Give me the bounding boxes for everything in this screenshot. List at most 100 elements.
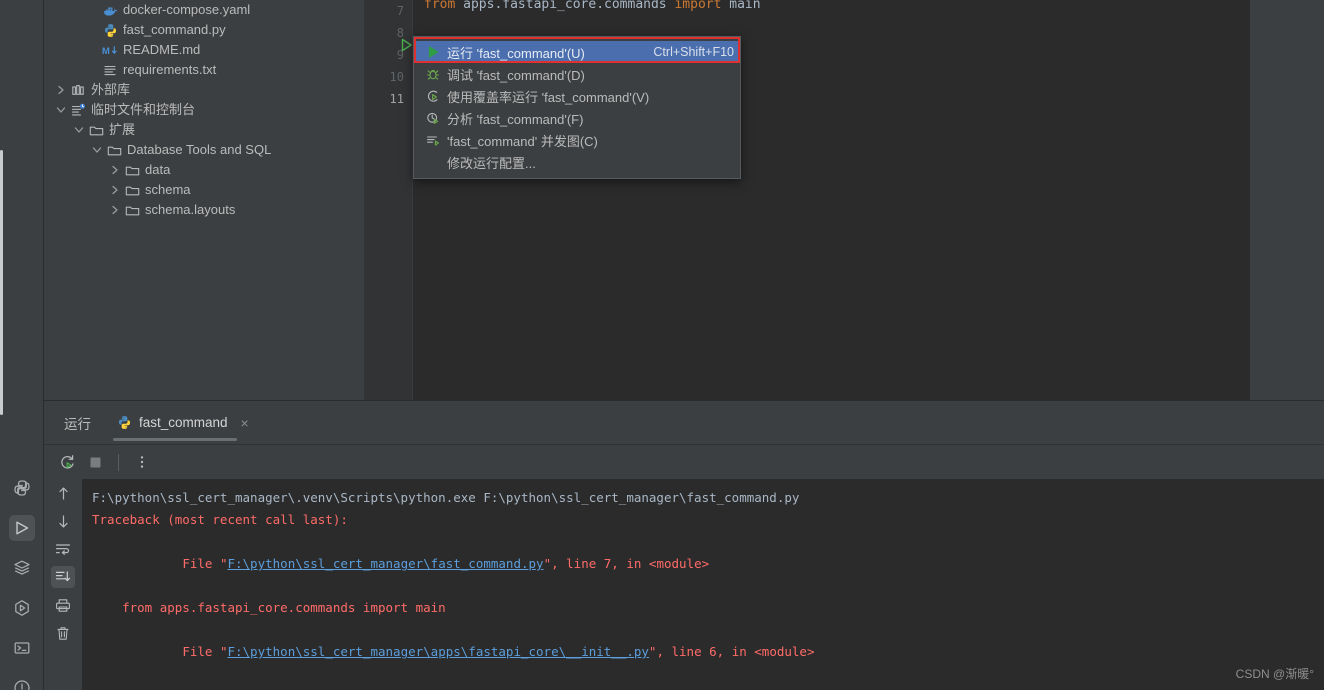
tree-label: schema — [145, 182, 191, 197]
run-console-output[interactable]: F:\python\ssl_cert_manager\.venv\Scripts… — [82, 479, 1324, 690]
console-area: F:\python\ssl_cert_manager\.venv\Scripts… — [44, 479, 1324, 690]
folder-icon — [86, 124, 106, 137]
scratches-icon — [68, 103, 88, 117]
tree-row-readme[interactable]: M README.md — [44, 40, 364, 60]
more-options-button[interactable] — [129, 449, 155, 475]
watermark-text: CSDN @渐暖° — [1235, 667, 1314, 681]
chevron-right-icon[interactable] — [108, 185, 122, 195]
code-token-from: from — [424, 0, 456, 12]
tree-row-schema[interactable]: schema — [44, 180, 364, 200]
project-tree: docker-compose.yaml fast_command.py M RE… — [44, 0, 364, 220]
run-play-icon — [422, 45, 444, 59]
console-file-link[interactable]: F:\python\ssl_cert_manager\fast_command.… — [227, 556, 543, 571]
menu-item-shortcut: Ctrl+Shift+F10 — [653, 45, 734, 59]
tree-row-schema-layouts[interactable]: schema.layouts — [44, 200, 364, 220]
tree-label: data — [145, 162, 171, 177]
menu-item-profile[interactable]: 分析 'fast_command'(F) — [414, 107, 740, 129]
chevron-down-icon[interactable] — [90, 146, 104, 154]
menu-item-label: 运行 'fast_command'(U) — [447, 45, 585, 61]
chevron-down-icon[interactable] — [54, 106, 68, 114]
frame-prefix: File " — [167, 556, 228, 571]
chevron-down-icon[interactable] — [72, 126, 86, 134]
frame-suffix: ", line 6, in <module> — [648, 644, 815, 659]
coverage-icon — [422, 89, 444, 103]
code-line-7: from apps.fastapi_core.commands import m… — [412, 0, 1250, 16]
console-traceback-header: Traceback (most recent call last): — [92, 512, 348, 527]
scroll-to-end-icon — [51, 566, 75, 588]
menu-item-concurrency-diagram[interactable]: 'fast_command' 并发图(C) — [414, 129, 740, 151]
tree-row-database-tools[interactable]: Database Tools and SQL — [44, 140, 364, 160]
sidebar-item-python-packages[interactable] — [0, 588, 44, 628]
console-frame-1: File "F:\python\ssl_cert_manager\fast_co… — [92, 531, 1324, 597]
close-icon[interactable]: × — [235, 415, 249, 431]
chevron-right-icon[interactable] — [54, 85, 68, 95]
docker-icon — [100, 3, 120, 18]
tree-label: fast_command.py — [123, 22, 226, 37]
run-context-menu[interactable]: 运行 'fast_command'(U) Ctrl+Shift+F10 调试 '… — [413, 36, 741, 179]
soft-wrap-icon — [51, 538, 75, 560]
ide-window: docker-compose.yaml fast_command.py M RE… — [0, 0, 1324, 690]
code-token-import: import — [674, 0, 722, 12]
soft-wrap-button[interactable] — [44, 535, 82, 563]
menu-item-debug[interactable]: 调试 'fast_command'(D) — [414, 63, 740, 85]
console-frame-2-code: except ModuleNotFoundError: — [92, 685, 1324, 690]
tree-label: README.md — [123, 42, 201, 57]
sidebar-item-services[interactable] — [0, 548, 44, 588]
tree-label: 临时文件和控制台 — [91, 102, 196, 117]
menu-item-run-with-coverage[interactable]: 使用覆盖率运行 'fast_command'(V) — [414, 85, 740, 107]
tree-row-extensions[interactable]: 扩展 — [44, 120, 364, 140]
frame-suffix: ", line 7, in <module> — [543, 556, 710, 571]
tree-row-docker-compose[interactable]: docker-compose.yaml — [44, 0, 364, 20]
console-frame-2: File "F:\python\ssl_cert_manager\apps\fa… — [92, 619, 1324, 685]
scroll-to-end-button[interactable] — [44, 563, 82, 591]
tree-row-data[interactable]: data — [44, 160, 364, 180]
next-occurrence-button[interactable] — [44, 507, 82, 535]
project-horizontal-scrollbar[interactable] — [44, 389, 364, 400]
clear-all-button[interactable] — [44, 619, 82, 647]
folder-icon — [122, 204, 142, 217]
chevron-right-icon[interactable] — [108, 205, 122, 215]
tree-label: Database Tools and SQL — [127, 142, 272, 157]
menu-item-modify-run-configuration[interactable]: 修改运行配置... — [414, 151, 740, 173]
menu-item-label: 调试 'fast_command'(D) — [447, 67, 585, 83]
rerun-button[interactable] — [54, 449, 80, 475]
tree-row-external-libraries[interactable]: 外部库 — [44, 80, 364, 100]
console-command-line: F:\python\ssl_cert_manager\.venv\Scripts… — [92, 490, 800, 505]
tree-label: 扩展 — [109, 122, 136, 137]
editor-gutter[interactable]: 7 8 9 10 11 — [364, 0, 412, 400]
menu-item-run[interactable]: 运行 'fast_command'(U) Ctrl+Shift+F10 — [414, 41, 740, 63]
chevron-right-icon[interactable] — [108, 165, 122, 175]
previous-occurrence-button[interactable] — [44, 479, 82, 507]
folder-icon — [122, 184, 142, 197]
sidebar-item-problems[interactable] — [0, 668, 44, 690]
run-tab-underline — [113, 437, 237, 441]
stop-button[interactable] — [82, 449, 108, 475]
sidebar-item-run[interactable] — [0, 508, 44, 548]
sidebar-item-python-console[interactable] — [0, 468, 44, 508]
sidebar-item-terminal[interactable] — [0, 628, 44, 668]
console-frame-1-code: from apps.fastapi_core.commands import m… — [92, 600, 446, 615]
tree-label: schema.layouts — [145, 202, 236, 217]
tree-row-requirements[interactable]: requirements.txt — [44, 60, 364, 80]
debug-bug-icon — [422, 67, 444, 81]
line-number-current: 11 — [389, 92, 404, 106]
tree-row-fast-command[interactable]: fast_command.py — [44, 20, 364, 40]
markdown-icon: M — [100, 44, 120, 57]
print-button[interactable] — [44, 591, 82, 619]
library-icon — [68, 83, 88, 97]
python-packages-icon — [9, 595, 35, 621]
run-tab-fast-command[interactable]: fast_command × — [99, 401, 257, 445]
tree-row-scratches-and-consoles[interactable]: 临时文件和控制台 — [44, 100, 364, 120]
python-console-icon — [9, 475, 35, 501]
concurrency-icon — [422, 133, 444, 147]
python-file-icon — [100, 23, 120, 38]
console-file-link[interactable]: F:\python\ssl_cert_manager\apps\fastapi_… — [227, 644, 648, 659]
menu-item-label: 修改运行配置... — [447, 155, 536, 171]
svg-text:M: M — [102, 45, 110, 56]
run-window-title: 运行 — [64, 416, 91, 432]
folder-icon — [104, 144, 124, 157]
left-tool-strip — [0, 0, 44, 690]
run-tab-label: fast_command — [139, 415, 228, 430]
terminal-icon — [9, 635, 35, 661]
project-tree-panel[interactable]: docker-compose.yaml fast_command.py M RE… — [44, 0, 364, 400]
